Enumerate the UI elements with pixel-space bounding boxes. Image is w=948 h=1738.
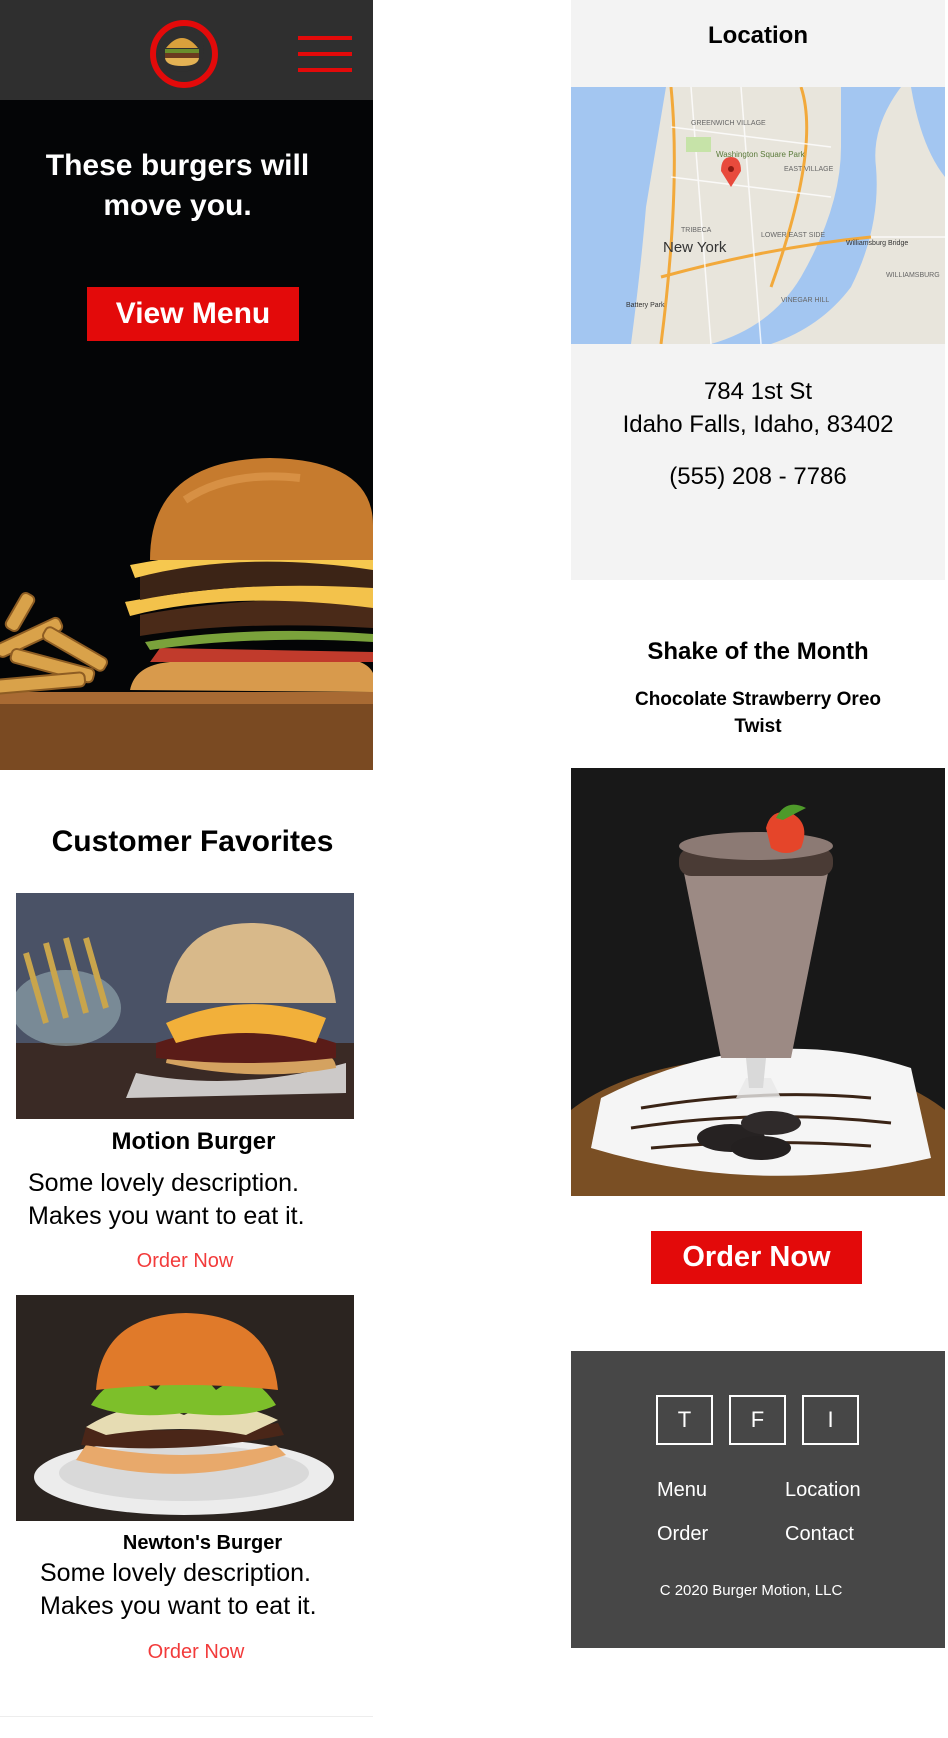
view-menu-button[interactable]: View Menu	[87, 287, 299, 341]
motion-burger-order-link[interactable]: Order Now	[16, 1250, 354, 1273]
map-label-tribeca: TRIBECA	[681, 227, 712, 234]
map-label-washington-square: Washington Square Park	[716, 150, 806, 159]
footer-link-order[interactable]: Order	[657, 1523, 708, 1546]
motion-burger-name: Motion Burger	[111, 1128, 276, 1155]
footer-link-location[interactable]: Location	[785, 1479, 861, 1502]
copyright-text: C 2020 Burger Motion, LLC	[659, 1582, 843, 1599]
footer-link-contact[interactable]: Contact	[785, 1523, 854, 1546]
newtons-burger-name: Newton's Burger	[122, 1532, 283, 1554]
newtons-burger-description: Some lovely description. Makes you want …	[40, 1559, 317, 1620]
customer-favorites-title: Customer Favorites	[51, 825, 334, 858]
address-line-2: Idaho Falls, Idaho, 83402	[622, 411, 894, 438]
shake-of-the-month-title: Shake of the Month	[647, 638, 869, 665]
divider	[0, 1716, 373, 1717]
motion-burger-image	[16, 893, 354, 1119]
map-label-vinegar-hill: VINEGAR HILL	[781, 297, 829, 304]
hero-title: These burgers will move you.	[45, 149, 310, 222]
map-label-east-village: EAST VILLAGE	[784, 166, 834, 173]
hero-burger-image	[0, 430, 373, 770]
shake-image	[571, 768, 945, 1196]
map-label-williamsburg-bridge: Williamsburg Bridge	[846, 240, 908, 247]
hero-section: These burgers will move you. View Menu	[0, 100, 373, 770]
location-title: Location	[708, 22, 808, 49]
map-label-williamsburg: WILLIAMSBURG	[886, 272, 940, 279]
map-label-new-york: New York	[663, 239, 727, 256]
newtons-burger-order-link[interactable]: Order Now	[40, 1641, 352, 1664]
phone-number[interactable]: (555) 208 - 7786	[571, 463, 945, 491]
map-label-lower-east-side: LOWER EAST SIDE	[761, 232, 825, 239]
twitter-icon[interactable]: T	[656, 1395, 713, 1445]
motion-burger-description: Some lovely description. Makes you want …	[28, 1169, 305, 1230]
location-map[interactable]: New York Washington Square Park EAST VIL…	[571, 87, 945, 344]
newtons-burger-image	[16, 1295, 354, 1521]
map-label-greenwich-village: GREENWICH VILLAGE	[691, 120, 766, 127]
footer-link-menu[interactable]: Menu	[657, 1479, 707, 1502]
hamburger-menu-icon[interactable]	[298, 36, 352, 76]
shake-name: Chocolate Strawberry Oreo Twist	[634, 689, 882, 737]
burger-logo-icon[interactable]	[146, 18, 222, 90]
order-now-button[interactable]: Order Now	[651, 1231, 862, 1284]
instagram-icon[interactable]: I	[802, 1395, 859, 1445]
facebook-icon[interactable]: F	[729, 1395, 786, 1445]
map-label-battery-park: Battery Park	[626, 302, 665, 309]
address-line-1: 784 1st St	[703, 378, 813, 405]
